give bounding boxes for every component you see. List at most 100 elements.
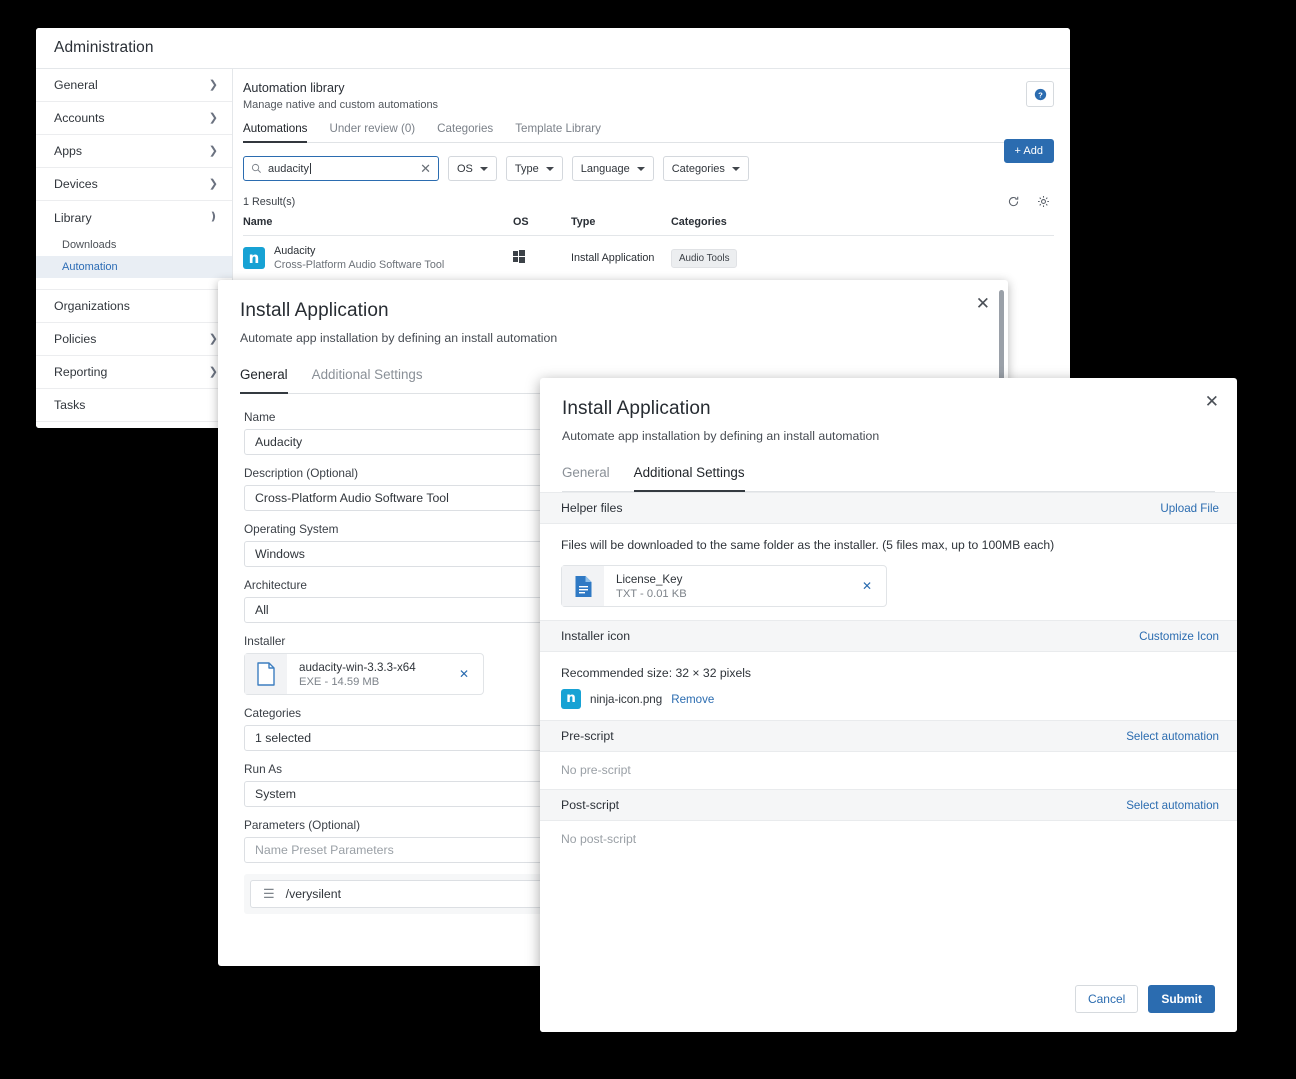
svg-text:?: ?	[1038, 90, 1043, 99]
close-icon[interactable]: ✕	[1205, 394, 1219, 411]
content-header: Automation library Manage native and cus…	[243, 81, 1054, 111]
sidebar-item-reporting[interactable]: Reporting ❯	[36, 356, 232, 389]
post-script-empty-text: No post-script	[540, 821, 1237, 858]
gear-icon[interactable]	[1037, 195, 1050, 208]
field-value: Audacity	[255, 435, 302, 449]
post-script-select-automation-link[interactable]: Select automation	[1126, 799, 1219, 812]
filter-os-dropdown[interactable]: OS	[448, 156, 497, 181]
tab-template-library[interactable]: Template Library	[515, 122, 601, 142]
chevron-down-icon	[637, 167, 645, 171]
helper-files-section-body: Files will be downloaded to the same fol…	[540, 524, 1237, 620]
tab-label: Additional Settings	[312, 367, 423, 382]
clear-search-icon[interactable]: ✕	[420, 162, 431, 175]
sidebar-item-label: Organizations	[54, 299, 130, 313]
file-meta: audacity-win-3.3.3-x64 EXE - 14.59 MB	[287, 661, 445, 688]
filter-type-dropdown[interactable]: Type	[506, 156, 563, 181]
help-button[interactable]: ?	[1026, 81, 1054, 107]
column-header-type: Type	[571, 216, 671, 236]
dialog-header: Install Application Automate app install…	[218, 280, 1008, 345]
dialog-footer: Cancel Submit	[540, 966, 1237, 1032]
recommended-size-note: Recommended size: 32 × 32 pixels	[561, 666, 1216, 680]
tab-under-review[interactable]: Under review (0)	[329, 122, 415, 142]
section-subtitle: Manage native and custom automations	[243, 99, 438, 111]
remove-installer-icon-link[interactable]: Remove	[671, 693, 714, 706]
sidebar-item-tasks[interactable]: Tasks	[36, 389, 232, 422]
helper-file-name: License_Key	[616, 573, 848, 586]
submit-button-label: Submit	[1161, 992, 1202, 1006]
filter-categories-dropdown[interactable]: Categories	[663, 156, 749, 181]
sidebar-item-general[interactable]: General ❯	[36, 69, 232, 102]
search-icon	[251, 163, 262, 174]
table-header: Name OS Type Categories	[243, 216, 1054, 236]
pre-script-section-header: Pre-script Select automation	[540, 720, 1237, 752]
page-title: Administration	[54, 39, 154, 57]
customize-icon-link[interactable]: Customize Icon	[1139, 630, 1219, 643]
drag-handle-icon[interactable]: ☰	[263, 886, 274, 902]
help-circle-icon: ?	[1034, 88, 1047, 101]
installer-icon-section-header: Installer icon Customize Icon	[540, 620, 1237, 652]
sidebar-item-policies[interactable]: Policies ❯	[36, 323, 232, 356]
tab-automations[interactable]: Automations	[243, 122, 307, 142]
sidebar-item-automation[interactable]: Automation	[36, 256, 232, 278]
sidebar-item-label: Devices	[54, 177, 98, 191]
installer-icon-row: n ninja-icon.png Remove	[561, 689, 1216, 709]
helper-file-card: License_Key TXT - 0.01 KB ✕	[561, 565, 887, 607]
tab-label: Under review (0)	[329, 122, 415, 135]
sidebar-item-downloads[interactable]: Downloads	[36, 234, 232, 256]
sidebar-item-devices[interactable]: Devices ❯	[36, 168, 232, 201]
ninja-logo-icon: n	[561, 689, 581, 709]
chevron-right-icon: ❯	[209, 146, 218, 157]
remove-helper-file-icon[interactable]: ✕	[848, 579, 886, 593]
tab-additional-settings[interactable]: Additional Settings	[312, 367, 423, 393]
automations-table: Name OS Type Categories n	[243, 216, 1054, 271]
install-application-additional-settings-dialog: Install Application Automate app install…	[540, 378, 1237, 1032]
sidebar-item-label: Reporting	[54, 365, 107, 379]
field-value: Windows	[255, 547, 305, 561]
sidebar-item-label: Accounts	[54, 111, 105, 125]
category-badge: Audio Tools	[671, 249, 737, 268]
tab-label: Categories	[437, 122, 493, 135]
dialog-title: Install Application	[240, 300, 986, 322]
sidebar-item-library[interactable]: Library ❫	[36, 201, 232, 234]
pre-script-select-automation-link[interactable]: Select automation	[1126, 730, 1219, 743]
installer-file-card: audacity-win-3.3.3-x64 EXE - 14.59 MB ✕	[244, 653, 484, 695]
cell-os	[513, 236, 571, 272]
sidebar-item-apps[interactable]: Apps ❯	[36, 135, 232, 168]
refresh-icon[interactable]	[1007, 195, 1020, 208]
file-thumbnail	[562, 566, 604, 606]
field-value: All	[255, 603, 269, 617]
tab-label: General	[240, 367, 288, 382]
sidebar-subitem-label: Downloads	[62, 239, 116, 251]
column-header-categories: Categories	[671, 216, 1054, 236]
chevron-down-icon	[546, 167, 554, 171]
tab-general[interactable]: General	[240, 367, 288, 393]
chevron-right-icon: ❯	[209, 367, 218, 378]
submit-button[interactable]: Submit	[1148, 985, 1215, 1013]
field-value: Cross-Platform Audio Software Tool	[255, 491, 449, 505]
search-value: audacity	[268, 163, 420, 175]
tab-additional-settings[interactable]: Additional Settings	[634, 465, 745, 491]
search-input[interactable]: audacity ✕	[243, 156, 439, 181]
filter-language-dropdown[interactable]: Language	[572, 156, 654, 181]
filter-label: Type	[515, 163, 539, 175]
chevron-down-icon	[480, 167, 488, 171]
dialog-title: Install Application	[562, 398, 1215, 420]
cancel-button[interactable]: Cancel	[1075, 985, 1138, 1013]
automation-name: Audacity	[274, 245, 444, 257]
installer-file-size: EXE - 14.59 MB	[299, 676, 445, 688]
sidebar-item-organizations[interactable]: Organizations	[36, 290, 232, 323]
table-row[interactable]: n Audacity Cross-Platform Audio Software…	[243, 236, 1054, 272]
window-titlebar: Administration	[36, 28, 1070, 69]
remove-installer-icon[interactable]: ✕	[445, 667, 483, 681]
results-count: 1 Result(s)	[243, 196, 295, 208]
sidebar-divider	[36, 278, 232, 290]
add-button-label: + Add	[1015, 145, 1043, 157]
close-icon[interactable]: ✕	[976, 296, 990, 313]
tab-general[interactable]: General	[562, 465, 610, 491]
tab-categories[interactable]: Categories	[437, 122, 493, 142]
sidebar-item-accounts[interactable]: Accounts ❯	[36, 102, 232, 135]
cell-categories: Audio Tools	[671, 236, 1054, 272]
add-button[interactable]: + Add	[1004, 139, 1054, 163]
table-toolbar	[1007, 195, 1050, 208]
upload-file-link[interactable]: Upload File	[1160, 502, 1219, 515]
